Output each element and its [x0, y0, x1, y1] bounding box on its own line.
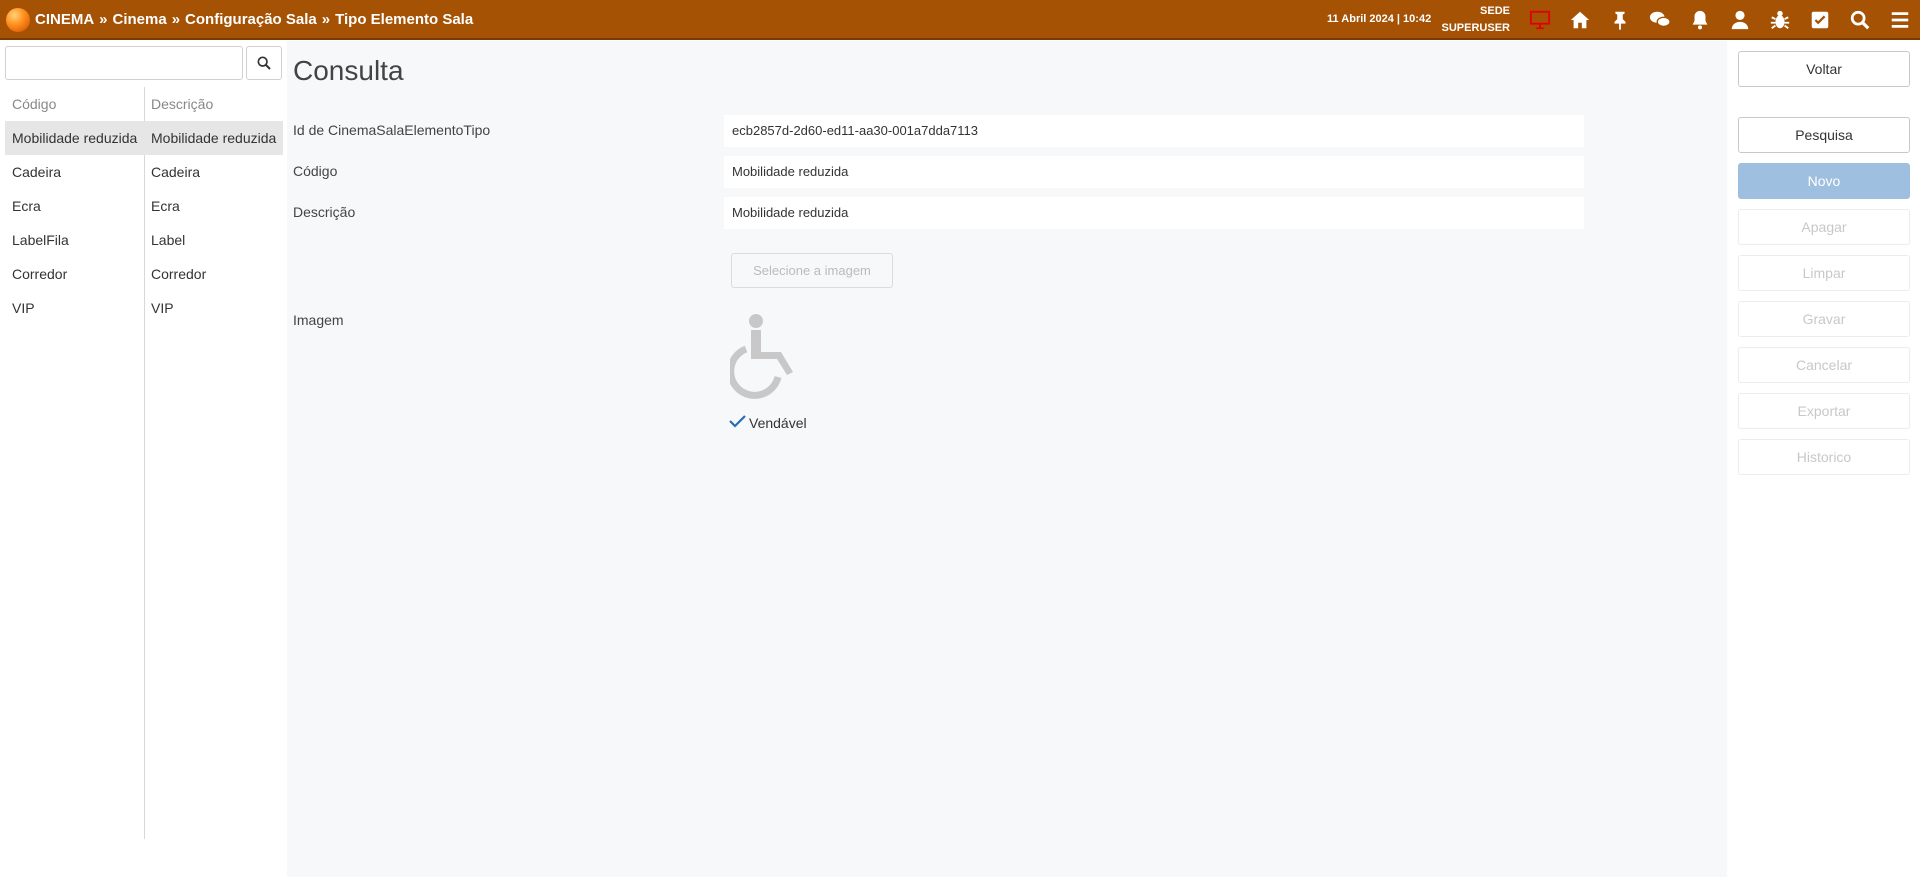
search-icon	[257, 56, 271, 70]
list-item-code: Cadeira	[12, 164, 62, 180]
breadcrumb: CINEMA» Cinema» Configuração Sala» Tipo Ele…	[35, 11, 473, 28]
user-info[interactable]: SEDE SUPERUSER	[1430, 3, 1510, 37]
breadcrumb-item-cinema-app[interactable]: CINEMA	[35, 11, 94, 28]
save-button[interactable]: Gravar	[1738, 301, 1910, 337]
code-label: Código	[293, 163, 338, 179]
actions-panel: Voltar Pesquisa Novo Apagar Limpar Grava…	[1727, 41, 1920, 877]
user-icon[interactable]	[1726, 6, 1754, 34]
column-header-description[interactable]: Descrição	[151, 96, 213, 112]
search-button[interactable]	[246, 46, 282, 80]
list-item-description: Label	[151, 232, 186, 248]
cancel-button[interactable]: Cancelar	[1738, 347, 1910, 383]
image-label: Imagem	[293, 312, 344, 328]
wheelchair-icon	[730, 314, 793, 399]
list-item-code: LabelFila	[12, 232, 69, 248]
delete-button[interactable]: Apagar	[1738, 209, 1910, 245]
select-image-button[interactable]: Selecione a imagem	[731, 253, 893, 288]
list-item-code: Ecra	[12, 198, 41, 214]
code-field: Mobilidade reduzida	[724, 156, 1584, 188]
description-field: Mobilidade reduzida	[724, 197, 1584, 229]
list-item[interactable]: VIP VIP	[5, 291, 283, 325]
description-label: Descrição	[293, 204, 356, 220]
app-logo[interactable]	[6, 8, 30, 32]
clear-button[interactable]: Limpar	[1738, 255, 1910, 291]
breadcrumb-separator: »	[99, 11, 108, 28]
list-item-code: Corredor	[12, 266, 68, 282]
chat-icon[interactable]	[1646, 6, 1674, 34]
breadcrumb-separator: »	[321, 11, 331, 28]
user-name: SUPERUSER	[1441, 22, 1510, 34]
bell-icon[interactable]	[1686, 6, 1714, 34]
column-header-code[interactable]: Código	[12, 96, 56, 112]
list-item-description: Cadeira	[151, 164, 201, 180]
list-item-code: Mobilidade reduzida	[12, 130, 138, 146]
list-item[interactable]: Ecra Ecra	[5, 189, 283, 223]
breadcrumb-separator: »	[171, 11, 181, 28]
id-field: ecb2857d-2d60-ed11-aa30-001a7dda7113	[724, 115, 1584, 147]
current-datetime: 11 Abril 2024 | 10:42	[1327, 13, 1432, 25]
sellable-label[interactable]: Vendável	[749, 415, 807, 431]
list-item[interactable]: LabelFila Label	[5, 223, 283, 257]
back-button[interactable]: Voltar	[1738, 51, 1910, 87]
list-item-description: Corredor	[151, 266, 207, 282]
list-item-description: Mobilidade reduzida	[151, 130, 277, 146]
list-item[interactable]: Corredor Corredor	[5, 257, 283, 291]
breadcrumb-item-room-config[interactable]: Configuração Sala	[185, 11, 317, 28]
id-label: Id de CinemaSalaElementoTipo	[293, 122, 491, 138]
search-input[interactable]	[5, 46, 243, 80]
checkbox-icon[interactable]	[1806, 6, 1834, 34]
check-icon[interactable]	[727, 413, 747, 429]
menu-icon[interactable]	[1886, 6, 1914, 34]
page-title: Consulta	[293, 55, 404, 86]
search-button[interactable]: Pesquisa	[1738, 117, 1910, 153]
home-icon[interactable]	[1566, 6, 1594, 34]
record-list-panel: Código Descrição Mobilidade reduzida Mob…	[0, 41, 286, 877]
bug-icon[interactable]	[1766, 6, 1794, 34]
list-item-description: VIP	[151, 300, 174, 316]
search-icon[interactable]	[1846, 6, 1874, 34]
breadcrumb-item-cinema[interactable]: Cinema	[113, 11, 167, 28]
location-label: SEDE	[1480, 5, 1510, 17]
history-button[interactable]: Historico	[1738, 439, 1910, 475]
breadcrumb-item-current: Tipo Elemento Sala	[335, 11, 474, 28]
list-item[interactable]: Mobilidade reduzida Mobilidade reduzida	[5, 121, 283, 155]
list-item-code: VIP	[12, 300, 35, 316]
export-button[interactable]: Exportar	[1738, 393, 1910, 429]
list-item-description: Ecra	[151, 198, 180, 214]
top-bar: CINEMA» Cinema» Configuração Sala» Tipo Ele…	[0, 0, 1920, 40]
list-item[interactable]: Cadeira Cadeira	[5, 155, 283, 189]
monitor-icon[interactable]	[1526, 6, 1554, 34]
detail-panel: Consulta Id de CinemaSalaElementoTipo ec…	[287, 41, 1727, 877]
pin-icon[interactable]	[1606, 6, 1634, 34]
new-button[interactable]: Novo	[1738, 163, 1910, 199]
